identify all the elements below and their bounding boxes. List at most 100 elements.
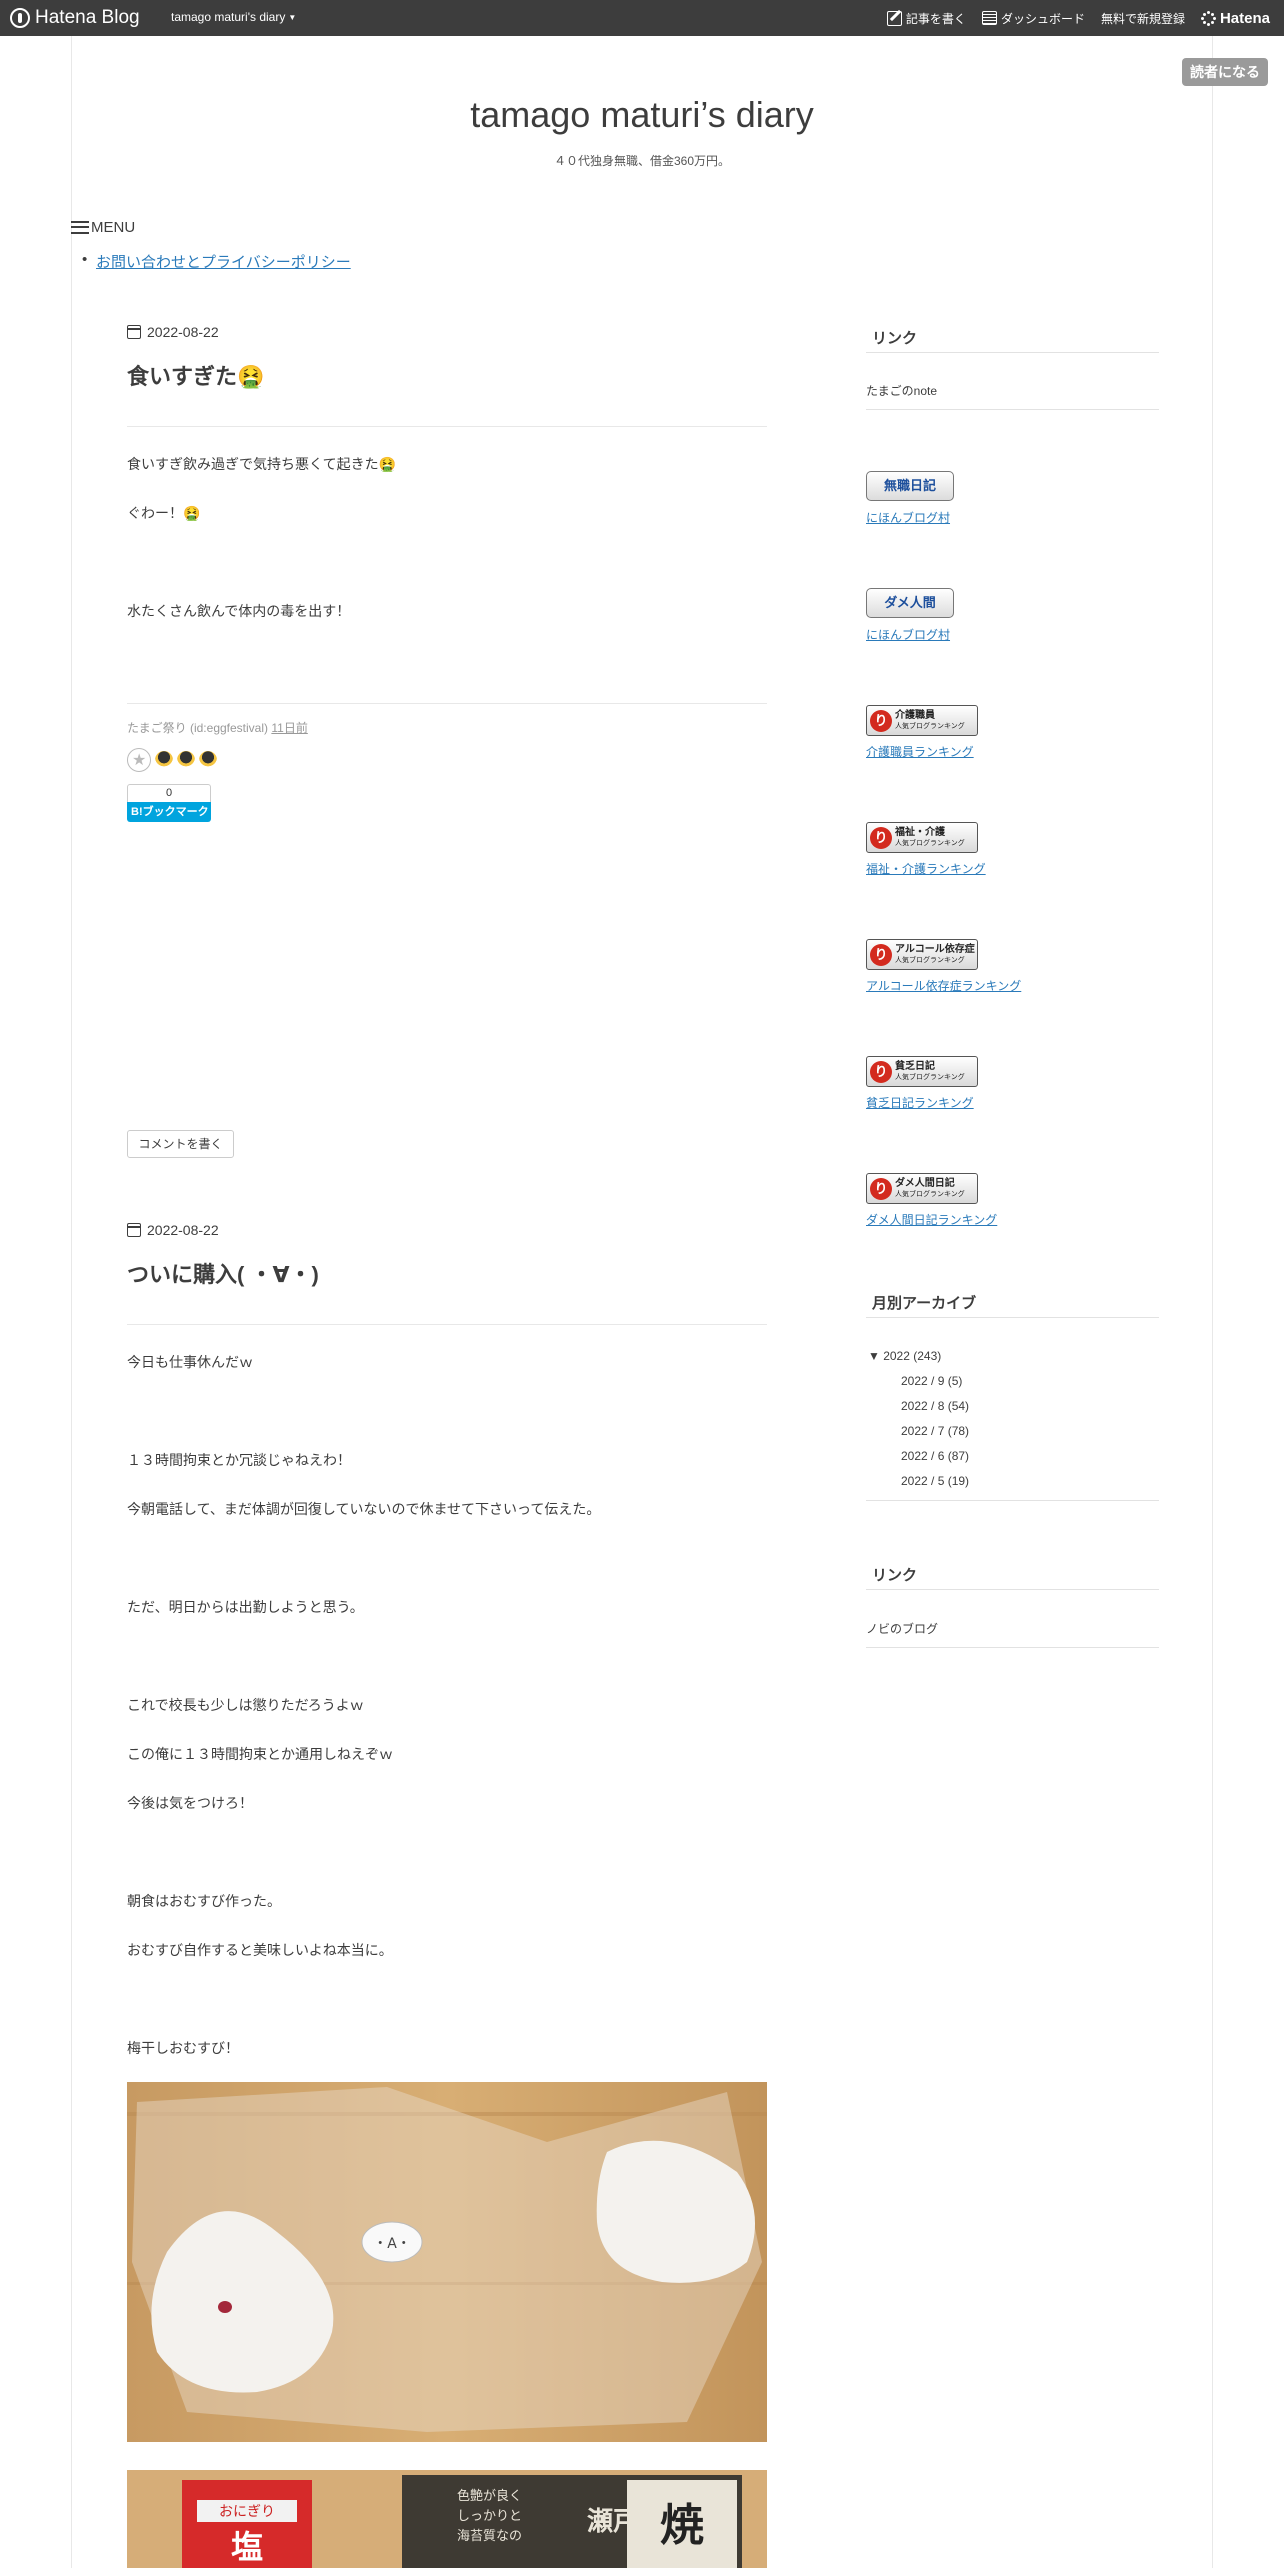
dashboard-icon xyxy=(981,11,997,25)
menu-item-contact: お問い合わせとプライバシーポリシー xyxy=(82,251,351,272)
global-header: Hatena Blog tamago maturi's diary ▼ 記事を書… xyxy=(0,0,1284,36)
package-right-text: 焼 xyxy=(660,2500,704,2551)
ranking-banner[interactable]: り アルコール依存症 人気ブログランキング xyxy=(866,939,978,970)
menu-toggle[interactable]: MENU xyxy=(71,217,135,237)
ranking-banner-title: ダメ人間日記 xyxy=(895,1177,955,1189)
mura-banner-image[interactable]: ダメ人間 xyxy=(866,588,954,618)
mura-banner-image[interactable]: 無職日記 xyxy=(866,471,954,501)
entry-time[interactable]: 11日前 xyxy=(271,721,307,735)
package-right-text: 海苔質なの xyxy=(457,2529,522,2544)
archive-month-link[interactable]: 2022 / 5 (19) xyxy=(901,1474,969,1488)
entry-date[interactable]: 2022-08-22 xyxy=(127,324,219,340)
ranking-link[interactable]: 貧乏日記ランキング xyxy=(866,1094,974,1111)
entry-title[interactable]: ついに購入( ・∀・) xyxy=(127,1257,319,1289)
omusubi-photo[interactable]: ・A・ xyxy=(127,2082,767,2442)
hatena-blog-logo-icon xyxy=(10,8,30,28)
archive-year-toggle[interactable]: ▼ 2022 (243) xyxy=(868,1349,941,1363)
menu-label: MENU xyxy=(91,218,136,236)
mura-link[interactable]: にほんブログ村 xyxy=(866,509,950,526)
entry-paragraph: １３時間拘束とか冗談じゃねえわ！ xyxy=(127,1452,351,1468)
divider xyxy=(127,703,767,704)
ranking-banner-sub: 人気ブログランキング xyxy=(895,956,965,964)
divider xyxy=(866,1317,1159,1318)
divider xyxy=(866,352,1159,353)
divider xyxy=(866,1589,1159,1590)
global-menu: お問い合わせとプライバシーポリシー xyxy=(82,251,351,272)
subscribe-button[interactable]: 読者になる xyxy=(1182,58,1268,86)
divider xyxy=(127,1324,767,1325)
ranking-banner[interactable]: り 貧乏日記 人気ブログランキング xyxy=(866,1056,978,1087)
hatena-bookmark-widget[interactable]: 0 B!ブックマーク xyxy=(127,784,211,822)
star-section xyxy=(127,748,217,772)
package-right-text: しっかりと xyxy=(457,2509,522,2524)
hatena-logo-text: Hatena xyxy=(1219,9,1270,27)
ranking-banner[interactable]: り ダメ人間日記 人気ブログランキング xyxy=(866,1173,978,1204)
ranking-logo-icon: り xyxy=(870,1177,892,1200)
hatena-dots-icon xyxy=(1200,10,1216,26)
package-right-text: 瀬戸 xyxy=(587,2507,639,2537)
ranking-logo-icon: り xyxy=(870,943,892,966)
ranking-logo-icon: り xyxy=(870,826,892,849)
menu-item-contact-link[interactable]: お問い合わせとプライバシーポリシー xyxy=(96,254,351,271)
blog-switch-label: tamago maturi's diary xyxy=(171,10,286,24)
archive-month-link[interactable]: 2022 / 9 (5) xyxy=(901,1374,962,1388)
blog-description: ４０代独身無職、借金360万円。 xyxy=(553,154,731,168)
ranking-banner-title: 福祉・介護 xyxy=(895,826,945,838)
ranking-banner-sub: 人気ブログランキング xyxy=(895,1190,965,1198)
hamburger-icon xyxy=(71,220,89,234)
add-star-icon[interactable] xyxy=(127,748,151,772)
signup-label: 無料で新規登録 xyxy=(1100,11,1185,26)
calendar-icon xyxy=(127,1223,141,1237)
entry-paragraph: 朝食はおむすび作った。 xyxy=(127,1893,281,1909)
blog-title[interactable]: tamago maturi’s diary xyxy=(0,94,1284,136)
ranking-banner-title: 介護職員 xyxy=(895,709,935,721)
ranking-logo-icon: り xyxy=(870,1060,892,1083)
mura-banner-unemployed[interactable]: 無職日記 xyxy=(866,471,954,501)
ranking-banner[interactable]: り 福祉・介護 人気ブログランキング xyxy=(866,822,978,853)
package-left-label: おにぎり xyxy=(219,2504,275,2520)
entry-footer-meta: たまご祭り (id:eggfestival) 11日前 xyxy=(127,719,308,736)
ranking-banner-title: 貧乏日記 xyxy=(895,1060,935,1072)
ranking-banner-sub: 人気ブログランキング xyxy=(895,839,965,847)
star-user-icon[interactable] xyxy=(177,751,195,769)
link-note[interactable]: たまごのnote xyxy=(866,382,937,399)
bookmark-button[interactable]: B!ブックマーク xyxy=(127,802,211,822)
entry-paragraph: これで校長も少しは懲りただろうよｗ xyxy=(127,1697,364,1713)
ranking-logo-icon: り xyxy=(870,709,892,732)
archive-month-link[interactable]: 2022 / 6 (87) xyxy=(901,1449,969,1463)
package-photo[interactable]: おにぎり 塩 色艶が良く しっかりと 海苔質なの 瀬戸 焼 xyxy=(127,2470,767,2568)
ranking-link[interactable]: 福祉・介護ランキング xyxy=(866,860,986,877)
hatena-blog-logo-text: Hatena Blog xyxy=(35,7,140,28)
entry-paragraph: ぐわー！🤮 xyxy=(127,505,201,521)
entry-date[interactable]: 2022-08-22 xyxy=(127,1222,219,1238)
star-user-icon[interactable] xyxy=(155,751,173,769)
entry-paragraph: 食いすぎ飲み過ぎで気持ち悪くて起きた🤮 xyxy=(127,456,397,472)
mura-link[interactable]: にほんブログ村 xyxy=(866,626,950,643)
mura-banner-dame[interactable]: ダメ人間 xyxy=(866,588,954,618)
links-module-title: リンク xyxy=(872,1567,918,1584)
entry-paragraph: おむすび自作すると美味しいよね本当に。 xyxy=(127,1942,393,1958)
blog-switch-menu[interactable]: tamago maturi's diary ▼ xyxy=(171,10,296,24)
caret-down-icon: ▼ xyxy=(288,12,297,22)
hatena-blog-logo[interactable]: Hatena Blog xyxy=(10,7,140,29)
signup-link[interactable]: 無料で新規登録 xyxy=(1101,10,1185,27)
entry-paragraph: 梅干しおむすび！ xyxy=(127,2040,239,2056)
entry-author[interactable]: たまご祭り (id:eggfestival) xyxy=(127,721,268,735)
pencil-icon xyxy=(886,10,902,26)
hatena-menu-button[interactable]: Hatena xyxy=(1200,9,1270,27)
ranking-link[interactable]: ダメ人間日記ランキング xyxy=(866,1211,997,1228)
package-right-text: 色艶が良く xyxy=(457,2488,522,2504)
entry-paragraph: 今後は気をつけろ！ xyxy=(127,1795,253,1811)
entry-date-text: 2022-08-22 xyxy=(147,1222,219,1238)
archive-month-link[interactable]: 2022 / 8 (54) xyxy=(901,1399,969,1413)
dashboard-button[interactable]: ダッシュボード xyxy=(981,10,1085,27)
ranking-link[interactable]: 介護職員ランキング xyxy=(866,743,974,760)
ranking-link[interactable]: アルコール依存症ランキング xyxy=(866,977,1021,994)
star-user-icon[interactable] xyxy=(199,751,217,769)
archive-month-link[interactable]: 2022 / 7 (78) xyxy=(901,1424,969,1438)
ranking-banner[interactable]: り 介護職員 人気ブログランキング xyxy=(866,705,978,736)
write-article-button[interactable]: 記事を書く xyxy=(886,10,966,27)
link-nobi-blog[interactable]: ノビのブログ xyxy=(866,1620,938,1637)
write-comment-button[interactable]: コメントを書く xyxy=(127,1130,234,1158)
entry-title[interactable]: 食いすぎた🤮 xyxy=(127,359,264,391)
